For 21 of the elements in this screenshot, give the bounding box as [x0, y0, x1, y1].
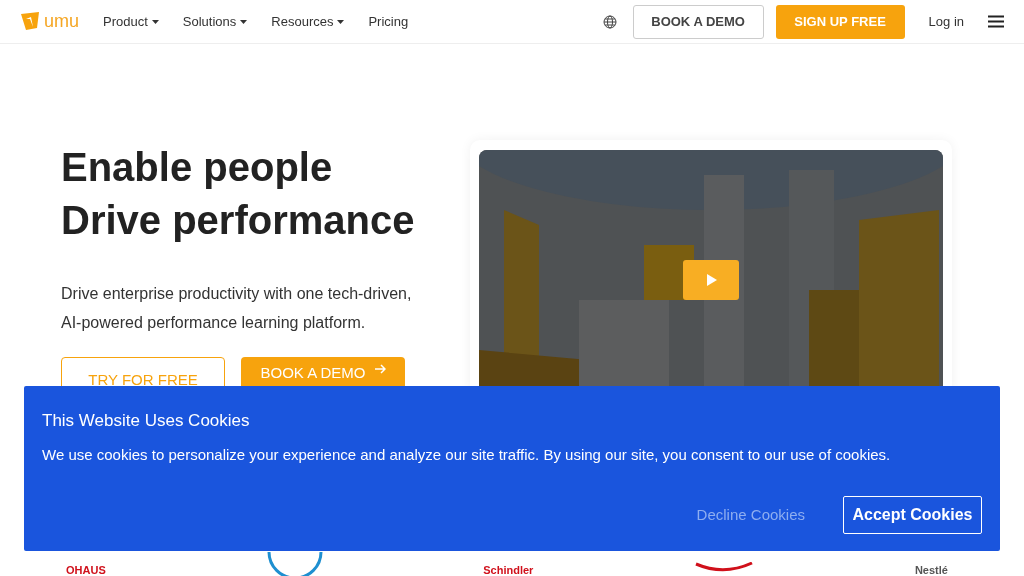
cookie-text: We use cookies to personalize your experience and analyze our site traffic. By using our site, you consent to our use of cookies.	[42, 444, 892, 465]
globe-icon[interactable]	[602, 14, 617, 29]
nav-link[interactable]: Solutions	[182, 11, 248, 32]
nav-link[interactable]: Product	[103, 11, 159, 32]
book-demo-button[interactable]: BOOK A DEMO	[632, 4, 764, 39]
brand-logo-text: Nestlé	[914, 564, 948, 576]
accept-cookies-button[interactable]: Accept Cookies	[843, 496, 982, 534]
arrow-icon	[373, 364, 386, 374]
hero-subtitle: AI-powered performance learning platform.	[61, 313, 367, 333]
nav-link[interactable]: Resources	[271, 11, 345, 32]
nav-link[interactable]: Pricing	[368, 11, 409, 32]
menu-icon[interactable]	[988, 15, 1004, 28]
hero-title: Drive performance	[61, 197, 416, 244]
logo-icon	[20, 10, 40, 33]
hero-title: Enable people	[61, 144, 334, 191]
login-link[interactable]: Log in	[928, 11, 964, 32]
hero-subtitle: Drive enterprise productivity with one tech-driven,	[61, 284, 413, 304]
play-icon	[707, 274, 717, 286]
brand-logo-text: Schindler	[483, 564, 534, 576]
brand-logo-text: OHAUS	[66, 564, 106, 576]
cookie-title: This Website Uses Cookies	[42, 410, 251, 432]
